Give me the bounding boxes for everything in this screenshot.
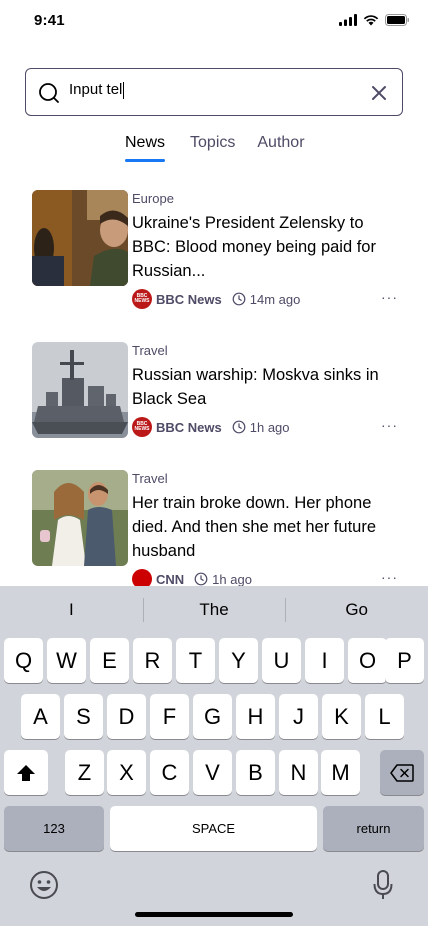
status-bar: 9:41 bbox=[0, 0, 428, 44]
search-icon bbox=[39, 83, 59, 103]
article-thumbnail bbox=[32, 190, 128, 286]
article-source-name[interactable]: BBC News bbox=[156, 420, 222, 435]
backspace-icon bbox=[390, 763, 414, 782]
clear-search-icon[interactable] bbox=[368, 82, 390, 104]
article-time-ago: 14m ago bbox=[249, 291, 301, 307]
article-headline[interactable]: Her train broke down. Her phone died. An… bbox=[132, 491, 398, 563]
suggestion[interactable]: I bbox=[0, 586, 143, 634]
clock-icon bbox=[232, 292, 246, 306]
search-box[interactable]: Input tel bbox=[25, 68, 403, 116]
suggestion[interactable]: Go bbox=[285, 586, 428, 634]
article-source-name[interactable]: BBC News bbox=[156, 292, 222, 307]
article-text: Travel Her train broke down. Her phone d… bbox=[132, 470, 398, 563]
tab-topics[interactable]: Topics bbox=[190, 134, 235, 162]
key-p[interactable]: P bbox=[385, 638, 424, 683]
emoji-icon[interactable] bbox=[29, 870, 59, 900]
article-thumbnail bbox=[32, 470, 128, 566]
article-text: Europe Ukraine's President Zelensky to B… bbox=[132, 190, 398, 283]
backspace-key[interactable] bbox=[380, 750, 424, 795]
article-text: Travel Russian warship: Moskva sinks in … bbox=[132, 342, 398, 411]
key-a[interactable]: A bbox=[21, 694, 60, 739]
key-h[interactable]: H bbox=[236, 694, 275, 739]
return-key[interactable]: return bbox=[323, 806, 424, 851]
key-z[interactable]: Z bbox=[65, 750, 104, 795]
key-s[interactable]: S bbox=[64, 694, 103, 739]
key-y[interactable]: Y bbox=[219, 638, 258, 683]
tab-news[interactable]: News bbox=[125, 134, 166, 162]
more-options-icon[interactable]: ··· bbox=[381, 569, 398, 585]
keyboard: I The Go Q W E R T Y U I O P A S D F G H… bbox=[0, 586, 428, 926]
key-d[interactable]: D bbox=[107, 694, 146, 739]
tab-author[interactable]: Author bbox=[257, 134, 304, 162]
article-time-ago: 1h ago bbox=[249, 419, 290, 435]
key-f[interactable]: F bbox=[150, 694, 189, 739]
article-category: Europe bbox=[132, 191, 174, 206]
article-source-name[interactable]: CNN bbox=[156, 572, 184, 587]
shift-icon bbox=[17, 764, 35, 781]
key-r[interactable]: R bbox=[133, 638, 172, 683]
key-e[interactable]: E bbox=[90, 638, 129, 683]
wifi-icon bbox=[363, 15, 379, 26]
key-i[interactable]: I bbox=[305, 638, 344, 683]
key-t[interactable]: T bbox=[176, 638, 215, 683]
news-item[interactable]: Europe Ukraine's President Zelensky to B… bbox=[32, 190, 398, 310]
news-item[interactable]: Travel Russian warship: Moskva sinks in … bbox=[32, 342, 398, 438]
search-input-value: Input tel bbox=[69, 81, 123, 98]
article-time-ago: 1h ago bbox=[212, 571, 252, 587]
key-w[interactable]: W bbox=[47, 638, 86, 683]
microphone-icon[interactable] bbox=[373, 870, 393, 900]
key-x[interactable]: X bbox=[107, 750, 146, 795]
article-source-row: BBC NEWS BBC News 1h ago ··· bbox=[132, 417, 398, 437]
news-item[interactable]: Travel Her train broke down. Her phone d… bbox=[32, 470, 398, 586]
article-headline[interactable]: Russian warship: Moskva sinks in Black S… bbox=[132, 363, 398, 411]
home-indicator[interactable] bbox=[135, 912, 293, 917]
search-input[interactable]: Input tel bbox=[69, 81, 359, 105]
bbc-news-logo: BBC NEWS bbox=[132, 417, 152, 437]
clock-icon bbox=[194, 572, 208, 586]
key-o[interactable]: O bbox=[348, 638, 387, 683]
cnn-logo bbox=[132, 569, 152, 586]
key-q[interactable]: Q bbox=[4, 638, 43, 683]
status-icons bbox=[339, 14, 410, 26]
key-m[interactable]: M bbox=[321, 750, 360, 795]
space-key[interactable]: SPACE bbox=[110, 806, 317, 851]
key-n[interactable]: N bbox=[279, 750, 318, 795]
status-time: 9:41 bbox=[34, 12, 65, 29]
more-options-icon[interactable]: ··· bbox=[381, 289, 398, 305]
article-thumbnail bbox=[32, 342, 128, 438]
article-category: Travel bbox=[132, 471, 168, 486]
key-l[interactable]: L bbox=[365, 694, 404, 739]
numbers-key[interactable]: 123 bbox=[4, 806, 104, 851]
more-options-icon[interactable]: ··· bbox=[381, 417, 398, 433]
cellular-signal-icon bbox=[339, 14, 357, 26]
battery-icon bbox=[385, 14, 409, 26]
text-caret bbox=[123, 81, 125, 99]
key-b[interactable]: B bbox=[236, 750, 275, 795]
shift-key[interactable] bbox=[4, 750, 48, 795]
key-v[interactable]: V bbox=[193, 750, 232, 795]
article-headline[interactable]: Ukraine's President Zelensky to BBC: Blo… bbox=[132, 211, 398, 283]
suggestion[interactable]: The bbox=[142, 586, 286, 634]
bbc-news-logo: BBC NEWS bbox=[132, 289, 152, 309]
clock-icon bbox=[232, 420, 246, 434]
article-source-row: BBC NEWS BBC News 14m ago ··· bbox=[132, 289, 398, 309]
key-j[interactable]: J bbox=[279, 694, 318, 739]
tab-bar: News Topics Author bbox=[125, 134, 305, 162]
key-c[interactable]: C bbox=[150, 750, 189, 795]
key-g[interactable]: G bbox=[193, 694, 232, 739]
suggestion-bar: I The Go bbox=[0, 586, 428, 634]
key-k[interactable]: K bbox=[322, 694, 361, 739]
key-u[interactable]: U bbox=[262, 638, 301, 683]
article-source-row: CNN 1h ago ··· bbox=[132, 569, 398, 586]
article-category: Travel bbox=[132, 343, 168, 358]
